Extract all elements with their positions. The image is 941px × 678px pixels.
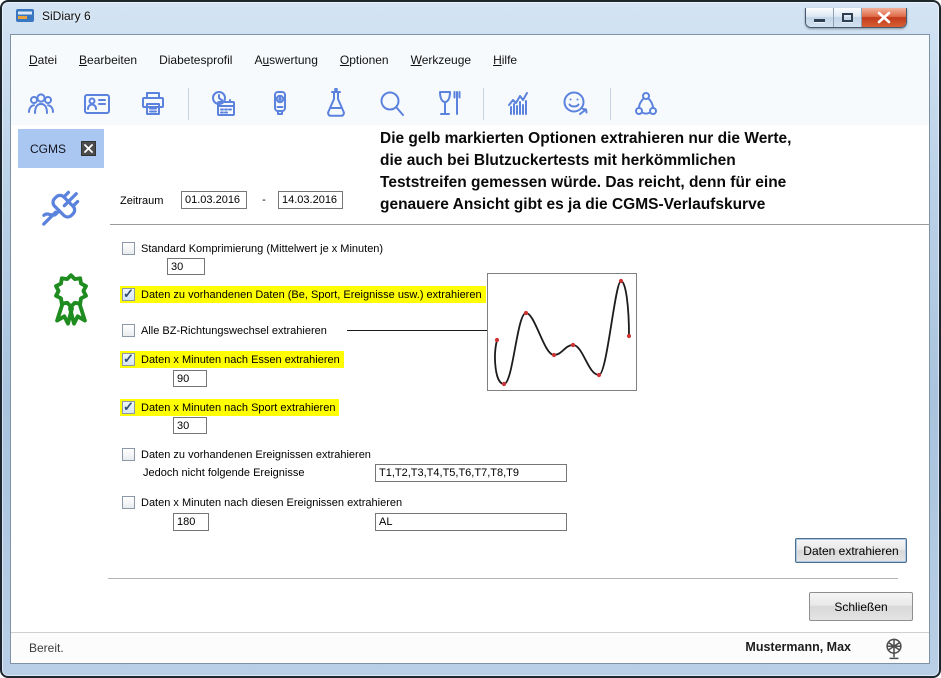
exclude-events-input[interactable] [375,464,567,482]
toolbar-separator [483,88,484,120]
checkbox-vorhandene-daten[interactable] [122,288,135,301]
option-minuten-nach-essen: Daten x Minuten nach Essen extrahieren [120,351,344,368]
option-label[interactable]: Alle BZ-Richtungswechsel extrahieren [141,325,327,337]
extract-data-button[interactable]: Daten extrahieren [795,538,907,563]
menu-diabetesprofil[interactable]: Diabetesprofil [148,50,243,70]
search-icon[interactable] [375,87,409,121]
window-controls [805,8,907,28]
maximize-button[interactable] [834,8,862,27]
close-dialog-button[interactable]: Schließen [809,592,913,621]
diary-calendar-clock-icon[interactable] [207,87,241,121]
tab-cgms-label: CGMS [30,142,81,156]
header-separator [110,224,930,225]
checkbox-minuten-nach-sport[interactable] [122,401,135,414]
checkbox-standard-komprimierung[interactable] [122,242,135,255]
option-label[interactable]: Daten x Minuten nach Essen extrahieren [141,354,340,366]
option-label[interactable]: Daten x Minuten nach diesen Ereignissen … [141,497,402,509]
checkbox-bz-richtungswechsel[interactable] [122,324,135,337]
checkbox-minuten-nach-ereignissen[interactable] [122,496,135,509]
lab-flask-icon[interactable] [319,87,353,121]
globe-icon [883,637,905,661]
menu-hilfe[interactable]: Hilfe [482,50,528,70]
menu-auswertung[interactable]: Auswertung [243,50,328,70]
option-standard-komprimierung: Standard Komprimierung (Mittelwert je x … [120,240,387,257]
option-bz-richtungswechsel: Alle BZ-Richtungswechsel extrahieren [120,322,331,339]
minimize-button[interactable] [806,8,834,27]
checkbox-minuten-nach-essen[interactable] [122,353,135,366]
option-vorhandene-daten: Daten zu vorhandenen Daten (Be, Sport, E… [120,286,486,303]
status-bar: Bereit. Mustermann, Max [11,632,929,663]
print-icon[interactable] [136,87,170,121]
statistics-icon[interactable] [502,87,536,121]
toolbar-separator [188,88,189,120]
tab-close-icon [84,144,93,153]
toolbar-separator [610,88,611,120]
glucose-meter-icon[interactable] [263,87,297,121]
award-ribbon-icon[interactable] [42,266,100,333]
option-minuten-nach-ereignissen: Daten x Minuten nach diesen Ereignissen … [120,494,406,511]
ereignisse-input[interactable] [375,513,567,531]
connector-line [347,330,487,331]
checkbox-vorhandene-ereignisse[interactable] [122,448,135,461]
patient-card-icon[interactable] [80,87,114,121]
option-label[interactable]: Daten x Minuten nach Sport extrahieren [141,402,335,414]
essen-minuten-input[interactable] [173,370,207,387]
option-label[interactable]: Daten zu vorhandenen Daten (Be, Sport, E… [141,289,482,301]
plug-connection-icon[interactable] [34,182,86,243]
menu-bearbeiten[interactable]: Bearbeiten [68,50,148,70]
option-vorhandene-ereignisse: Daten zu vorhandenen Ereignissen extrahi… [120,446,375,463]
title-bar[interactable]: SiDiary 6 [0,0,941,34]
share-network-icon[interactable] [629,87,663,121]
ereignisse-minuten-input[interactable] [173,513,209,531]
sport-minuten-input[interactable] [173,417,207,434]
option-minuten-nach-sport: Daten x Minuten nach Sport extrahieren [120,399,339,416]
app-icon [16,9,34,22]
patients-icon[interactable] [24,87,58,121]
menu-datei[interactable]: Datei [18,50,68,70]
status-text: Bereit. [29,641,64,655]
tab-cgms[interactable]: CGMS [18,129,104,168]
glucose-curve-illustration [487,273,637,391]
footer-separator [108,578,898,579]
option-label[interactable]: Standard Komprimierung (Mittelwert je x … [141,243,383,255]
application-window: SiDiary 6 Datei Bearbeiten Diabetesprofi… [0,0,941,678]
exclude-events-label: Jedoch nicht folgende Ereignisse [143,467,304,479]
nutrition-glass-fork-icon[interactable] [431,87,465,121]
tab-close-button[interactable] [81,141,96,156]
smiley-trend-icon[interactable] [558,87,592,121]
window-title: SiDiary 6 [42,9,91,23]
zeitraum-label: Zeitraum [120,195,163,207]
close-window-button[interactable] [862,8,906,27]
option-label[interactable]: Daten zu vorhandenen Ereignissen extrahi… [141,449,371,461]
menu-optionen[interactable]: Optionen [329,50,400,70]
zeitraum-to-input[interactable] [278,191,343,209]
komprimierung-minuten-input[interactable] [167,258,205,275]
current-user: Mustermann, Max [745,640,851,654]
menu-bar: Datei Bearbeiten Diabetesprofil Auswertu… [14,48,528,72]
maximize-icon [842,13,853,22]
toolbar [24,85,663,123]
minimize-icon [814,19,825,22]
info-text: Die gelb markierten Optionen extrahieren… [380,128,791,216]
menu-werkzeuge[interactable]: Werkzeuge [400,50,482,70]
zeitraum-from-input[interactable] [181,191,247,209]
close-icon [862,8,906,28]
zeitraum-separator: - [258,194,270,206]
